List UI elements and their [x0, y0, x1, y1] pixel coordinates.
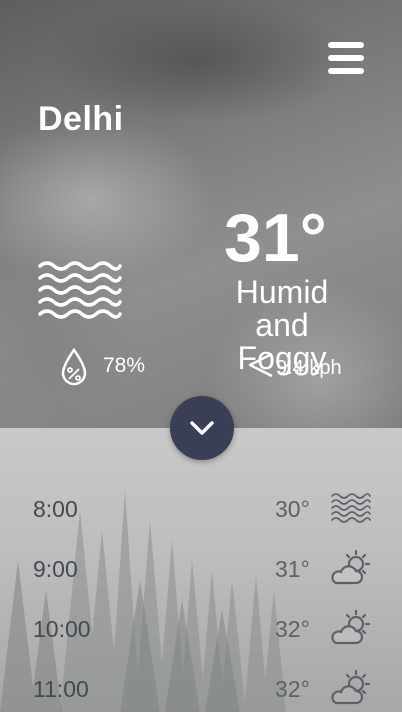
wind-direction-icon: [248, 352, 273, 378]
hourly-temperature: 31°: [275, 556, 310, 582]
hourly-time: 11:00: [33, 676, 89, 702]
fog-icon: [331, 493, 371, 523]
current-temperature: 31°: [224, 200, 327, 276]
weather-app: Delhi 31° Humid and Foggy 78% 9.4 kph 8:…: [0, 0, 402, 712]
partly-sunny-icon: [331, 550, 371, 585]
hourly-time: 9:00: [33, 556, 78, 582]
humidity-drop-icon: [61, 348, 87, 386]
partly-sunny-icon: [331, 610, 371, 645]
hourly-time: 8:00: [33, 496, 78, 522]
partly-sunny-icon: [331, 670, 371, 705]
hamburger-menu-icon[interactable]: [328, 42, 364, 74]
city-name: Delhi: [38, 100, 124, 138]
hourly-time: 10:00: [33, 616, 91, 642]
hourly-temperature: 32°: [275, 676, 310, 702]
wind-speed: 9.4 kph: [276, 357, 342, 379]
hourly-row[interactable]: 9:00 31°: [0, 548, 402, 592]
hourly-row[interactable]: 10:00 32°: [0, 608, 402, 652]
chevron-down-icon: [190, 421, 214, 435]
expand-forecast-button[interactable]: [170, 396, 234, 460]
hourly-row[interactable]: 8:00 30°: [0, 488, 402, 532]
hourly-row[interactable]: 11:00 32°: [0, 668, 402, 712]
fog-icon: [38, 261, 122, 319]
hourly-temperature: 32°: [275, 616, 310, 642]
humidity-value: 78%: [103, 354, 146, 377]
hourly-temperature: 30°: [275, 496, 310, 522]
